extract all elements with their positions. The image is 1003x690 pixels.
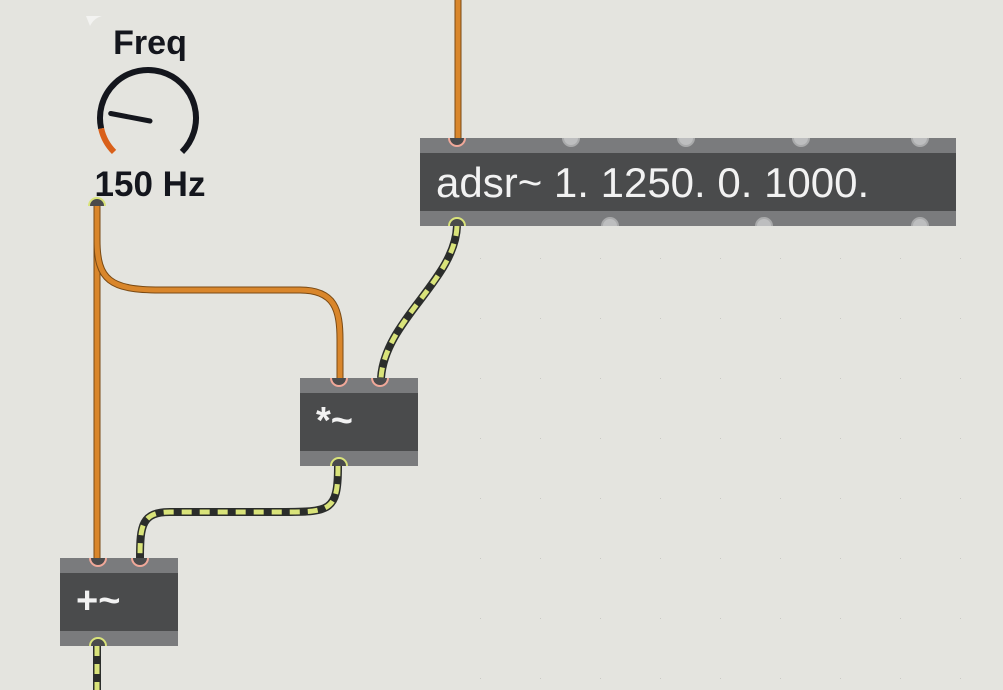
adsr-inlet-4[interactable] xyxy=(792,138,810,147)
dial-track-arc xyxy=(97,67,199,155)
multiply-signal-object[interactable]: *~ xyxy=(300,378,418,466)
adsr-outlet-3[interactable] xyxy=(755,217,773,226)
adsr-object[interactable]: adsr~ 1. 1250. 0. 1000. xyxy=(420,138,956,226)
adsr-inlet-1[interactable] xyxy=(448,138,466,147)
mul-inlet-right[interactable] xyxy=(371,378,389,387)
mul-inlet-left[interactable] xyxy=(330,378,348,387)
add-label: +~ xyxy=(76,580,121,622)
cord-adsr-to-mul[interactable] xyxy=(377,225,461,379)
mul-outlet[interactable] xyxy=(330,457,348,466)
adsr-inlet-3[interactable] xyxy=(677,138,695,147)
mul-top-strip xyxy=(300,378,418,393)
dial-title: Freq xyxy=(113,24,187,62)
adsr-label: adsr~ 1. 1250. 0. 1000. xyxy=(436,159,870,206)
add-signal-object[interactable]: +~ xyxy=(60,558,178,646)
patcher-canvas[interactable]: Freq 150 Hz adsr~ 1. 1250. 0. 1000. *~ +… xyxy=(0,0,1003,690)
add-bottom-strip xyxy=(60,631,178,646)
adsr-outlet-4[interactable] xyxy=(911,217,929,226)
dial-value-arc xyxy=(98,127,117,155)
mul-label: *~ xyxy=(316,400,353,442)
dial-needle xyxy=(108,111,153,124)
adsr-bottom-strip xyxy=(420,211,956,226)
cord-mul-to-add-dash xyxy=(137,465,341,559)
add-inlet-right[interactable] xyxy=(131,558,149,567)
cord-dial-to-mul[interactable] xyxy=(93,239,344,378)
cord-dial-to-mul-core xyxy=(94,239,343,378)
add-inlet-left[interactable] xyxy=(89,558,107,567)
adsr-inlet-2[interactable] xyxy=(562,138,580,147)
adsr-inlet-5[interactable] xyxy=(911,138,929,147)
freq-dial[interactable]: Freq 150 Hz xyxy=(80,10,220,210)
mul-bottom-strip xyxy=(300,451,418,466)
add-top-strip xyxy=(60,558,178,573)
add-outlet[interactable] xyxy=(89,637,107,646)
adsr-outlet-1[interactable] xyxy=(448,217,466,226)
dial-outlet[interactable] xyxy=(88,197,106,206)
adsr-outlet-2[interactable] xyxy=(601,217,619,226)
